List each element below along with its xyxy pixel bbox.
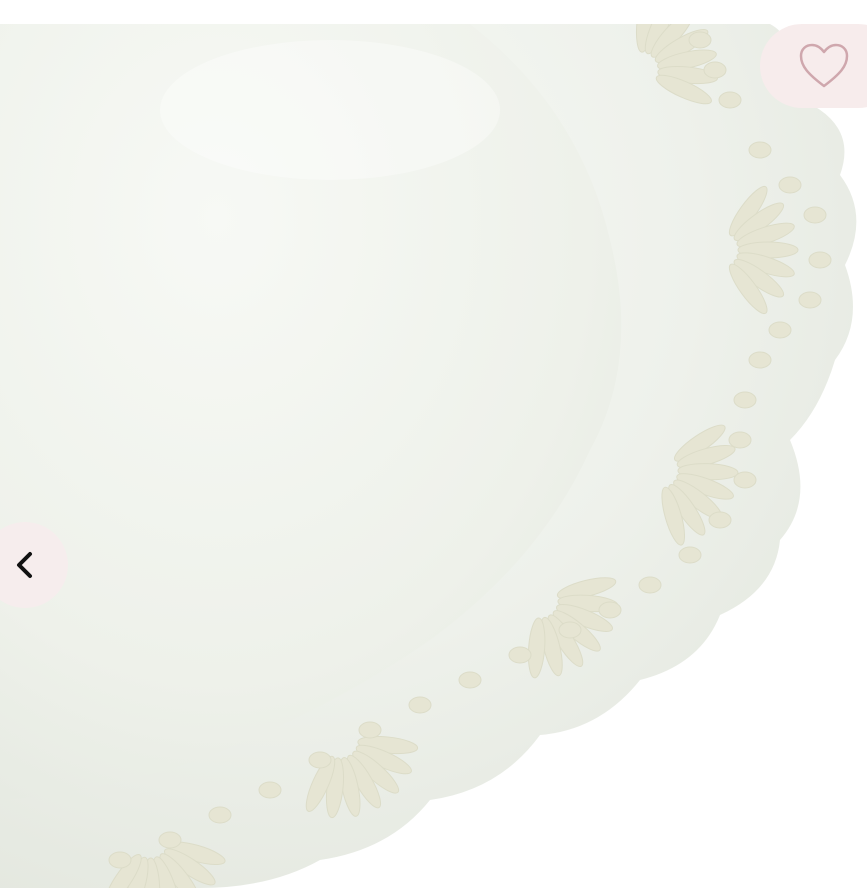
favorite-button[interactable]	[760, 24, 867, 108]
lace-hole	[358, 721, 382, 739]
lace-hole	[718, 91, 742, 109]
lace-hole	[733, 471, 757, 489]
top-strip	[0, 0, 867, 24]
lace-hole	[733, 391, 757, 409]
lace-hole	[458, 671, 482, 689]
lace-hole	[808, 251, 832, 269]
lace-hole	[798, 291, 822, 309]
lace-hole	[598, 601, 622, 619]
lace-hole	[108, 851, 132, 869]
lace-hole	[703, 61, 727, 79]
lace-hole	[208, 806, 232, 824]
lace-hole	[508, 646, 532, 664]
lace-hole	[688, 31, 712, 49]
lace-hole	[258, 781, 282, 799]
lace-hole	[768, 321, 792, 339]
lace-hole	[708, 511, 732, 529]
lace-hole	[678, 546, 702, 564]
product-image	[0, 0, 857, 888]
lace-hole	[558, 621, 582, 639]
lace-hole	[803, 206, 827, 224]
lace-hole	[728, 431, 752, 449]
chevron-left-icon	[17, 552, 32, 578]
lace-hole	[748, 351, 772, 369]
lace-hole	[638, 576, 662, 594]
lace-hole	[778, 176, 802, 194]
lace-hole	[308, 751, 332, 769]
product-gallery	[0, 0, 867, 888]
lace-hole	[408, 696, 432, 714]
lace-hole	[158, 831, 182, 849]
lace-hole	[748, 141, 772, 159]
heart-outline-icon	[799, 43, 849, 88]
